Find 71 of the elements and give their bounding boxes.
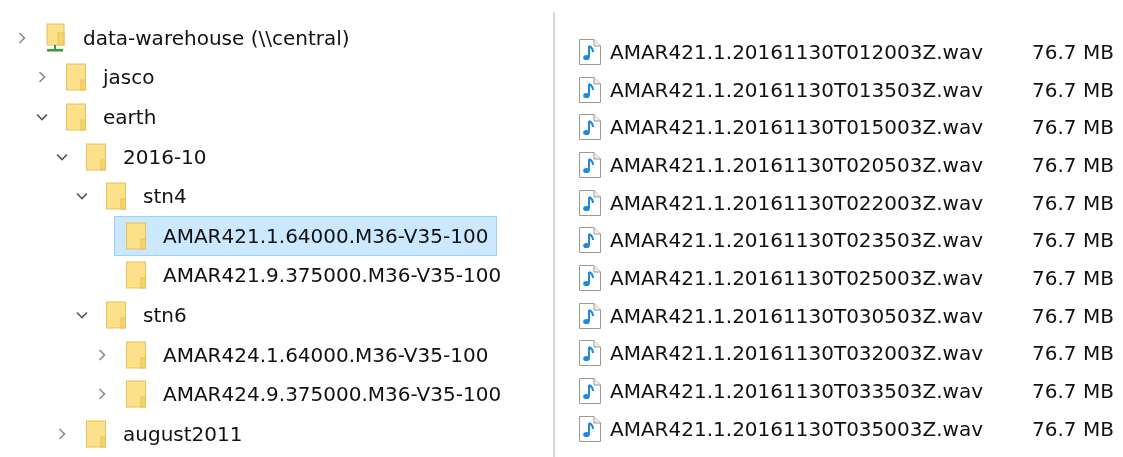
file-size: 76.7 MB (1032, 416, 1114, 441)
file-size: 76.7 MB (1032, 77, 1114, 102)
folder-name: earth (103, 105, 157, 129)
file-name[interactable]: AMAR421.1.20161130T023503Z.wav (610, 228, 1032, 253)
folder-name: jasco (103, 65, 155, 90)
audio-file-icon (578, 339, 602, 368)
folder-icon (65, 102, 89, 132)
chevron-right-icon[interactable] (56, 427, 68, 440)
audio-file-icon (578, 263, 602, 292)
audio-file-icon (578, 113, 602, 142)
audio-file-icon (578, 301, 602, 330)
file-name[interactable]: AMAR421.1.20161130T015003Z.wav (610, 115, 1032, 140)
tree-item[interactable]: earth (54, 97, 166, 137)
file-size: 76.7 MB (1032, 379, 1114, 404)
folder-name: august2011 (123, 421, 243, 446)
tree-item[interactable]: AMAR421.9.375000.M36-V35-100 (114, 255, 511, 296)
folder-icon (125, 339, 149, 370)
folder-icon (125, 379, 149, 410)
folder-name: data-warehouse (\\central) (83, 25, 350, 50)
tree-item[interactable]: jasco (54, 57, 164, 98)
tree-item[interactable]: august2011 (74, 413, 252, 454)
file-name[interactable]: AMAR421.1.20161130T032003Z.wav (610, 341, 1032, 366)
file-name[interactable]: AMAR421.1.20161130T033503Z.wav (610, 379, 1032, 404)
folder-icon (85, 418, 109, 449)
file-name[interactable]: AMAR421.1.20161130T025003Z.wav (610, 265, 1032, 290)
audio-file-icon (578, 37, 602, 66)
folder-icon (105, 299, 129, 330)
folder-name: AMAR424.1.64000.M36-V35-100 (163, 342, 489, 367)
file-name[interactable]: AMAR421.1.20161130T035003Z.wav (610, 416, 1032, 441)
folder-icon (65, 62, 89, 93)
file-name[interactable]: AMAR421.1.20161130T020503Z.wav (610, 152, 1032, 177)
file-name[interactable]: AMAR421.1.20161130T013503Z.wav (610, 77, 1032, 102)
chevron-down-icon[interactable] (36, 111, 48, 123)
audio-file-icon (578, 226, 602, 255)
tree-item[interactable]: AMAR424.9.375000.M36-V35-100 (114, 374, 511, 415)
folder-name: AMAR424.9.375000.M36-V35-100 (163, 382, 502, 407)
file-size: 76.7 MB (1032, 39, 1114, 64)
tree-item[interactable]: AMAR421.1.64000.M36-V35-100 (114, 215, 498, 256)
tree-item[interactable]: stn4 (94, 176, 196, 217)
folder-name: stn4 (143, 184, 187, 209)
file-size: 76.7 MB (1032, 115, 1114, 140)
audio-file-icon (578, 150, 602, 179)
file-size: 76.7 MB (1032, 152, 1114, 177)
chevron-right-icon[interactable] (96, 348, 108, 361)
folder-icon (125, 260, 149, 291)
folder-icon (105, 181, 129, 212)
file-size: 76.7 MB (1032, 228, 1114, 253)
file-name[interactable]: AMAR421.1.20161130T022003Z.wav (610, 190, 1032, 215)
file-size: 76.7 MB (1032, 190, 1114, 215)
folder-name: AMAR421.1.64000.M36-V35-100 (163, 223, 489, 248)
file-name[interactable]: AMAR421.1.20161130T030503Z.wav (610, 303, 1032, 328)
folder-icon (125, 220, 149, 251)
tree-item[interactable]: stn6 (94, 294, 196, 335)
folder-name: AMAR421.9.375000.M36-V35-100 (163, 263, 502, 288)
chevron-right-icon[interactable] (36, 71, 48, 84)
audio-file-icon (578, 377, 602, 406)
file-name[interactable]: AMAR421.1.20161130T012003Z.wav (610, 39, 1032, 64)
tree-item[interactable]: 2016-10 (74, 136, 216, 177)
folder-icon (85, 141, 109, 172)
file-size: 76.7 MB (1032, 341, 1114, 366)
tree-item[interactable]: data-warehouse (\\central) (34, 17, 359, 58)
chevron-right-icon[interactable] (16, 31, 28, 44)
audio-file-icon (578, 75, 602, 104)
tree-item[interactable]: AMAR424.1.64000.M36-V35-100 (114, 334, 498, 375)
folder-name: 2016-10 (123, 144, 207, 169)
chevron-right-icon[interactable] (96, 388, 108, 401)
file-size: 76.7 MB (1032, 303, 1114, 328)
audio-file-icon (578, 414, 602, 443)
folder-name: stn6 (143, 302, 187, 327)
file-size: 76.7 MB (1032, 265, 1114, 290)
audio-file-icon (578, 188, 602, 217)
